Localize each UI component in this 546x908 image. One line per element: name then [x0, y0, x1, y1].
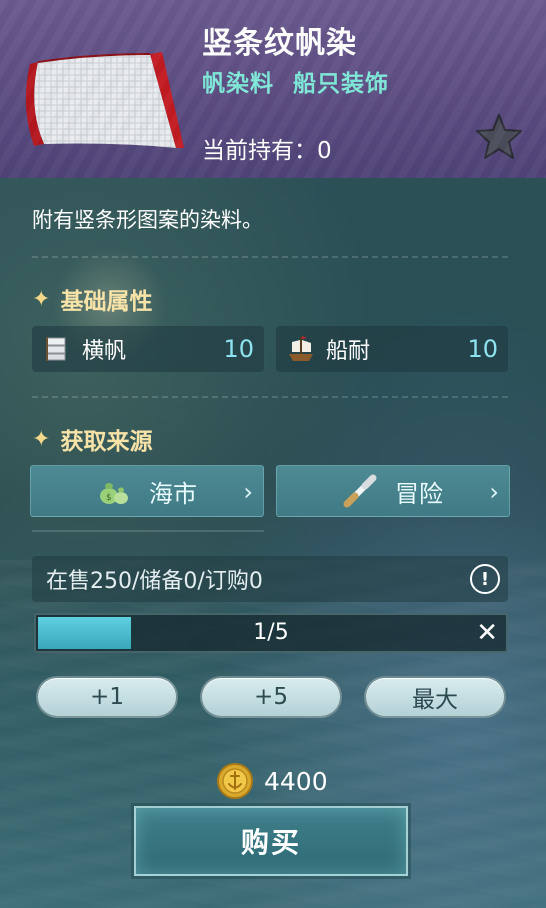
holding-count: 当前持有：0	[202, 138, 332, 164]
favorite-star-icon[interactable]	[474, 112, 524, 162]
attribute-card-sail: 横帆 10	[32, 326, 264, 372]
divider	[32, 396, 508, 398]
sail-icon	[46, 337, 66, 361]
spyglass-icon	[343, 474, 377, 508]
item-title: 竖条纹帆染	[202, 26, 357, 61]
item-tag: 帆染料	[202, 71, 274, 97]
chevron-right-icon: ›	[243, 478, 253, 506]
add-one-button[interactable]: +1	[36, 676, 178, 718]
sparkle-icon: ✦	[32, 286, 51, 312]
attribute-value: 10	[467, 335, 498, 363]
attribute-value: 10	[223, 335, 254, 363]
source-button-market[interactable]: $ 海市 ›	[30, 465, 264, 517]
chevron-right-icon: ›	[489, 478, 499, 506]
max-button[interactable]: 最大	[364, 676, 506, 718]
quantity-slider[interactable]: 1/5 ✕	[34, 613, 508, 653]
sparkle-icon: ✦	[32, 426, 51, 452]
price-amount: 4400	[264, 766, 328, 796]
attribute-card-durability: 船耐 10	[276, 326, 508, 372]
add-five-button[interactable]: +5	[200, 676, 342, 718]
svg-text:$: $	[106, 493, 112, 503]
source-label: 冒险	[395, 479, 443, 508]
market-stock-bar: 在售250/储备0/订购0 !	[32, 556, 508, 602]
source-label: 海市	[149, 479, 197, 508]
item-description: 附有竖条形图案的染料。	[32, 208, 263, 232]
attributes-title-text: 基础属性	[60, 289, 153, 315]
attribute-name: 横帆	[82, 339, 127, 364]
money-bag-icon: $	[100, 483, 128, 504]
quantity-text: 1/5	[253, 620, 289, 645]
stock-text: 在售250/储备0/订购0	[46, 569, 263, 594]
scroll-indicator	[32, 530, 264, 534]
sail-dye-icon	[25, 52, 184, 148]
attributes-section-title: ✦ 基础属性	[32, 282, 152, 316]
item-tags: 帆染料 船只装饰	[202, 64, 399, 98]
item-header: 竖条纹帆染 帆染料 船只装饰 当前持有：0	[0, 0, 546, 178]
divider	[32, 256, 508, 258]
sources-title-text: 获取来源	[60, 429, 153, 455]
info-icon[interactable]: !	[470, 564, 500, 594]
attribute-name: 船耐	[326, 339, 371, 364]
item-tag: 船只装饰	[293, 71, 390, 97]
clear-icon[interactable]: ✕	[476, 618, 498, 648]
source-button-adventure[interactable]: 冒险 ›	[276, 465, 510, 517]
gold-coin-icon	[217, 763, 253, 799]
buy-button[interactable]: 购买	[134, 806, 408, 876]
sources-section-title: ✦ 获取来源	[32, 422, 152, 456]
ship-icon	[289, 336, 313, 361]
price-display: 4400	[216, 762, 328, 800]
